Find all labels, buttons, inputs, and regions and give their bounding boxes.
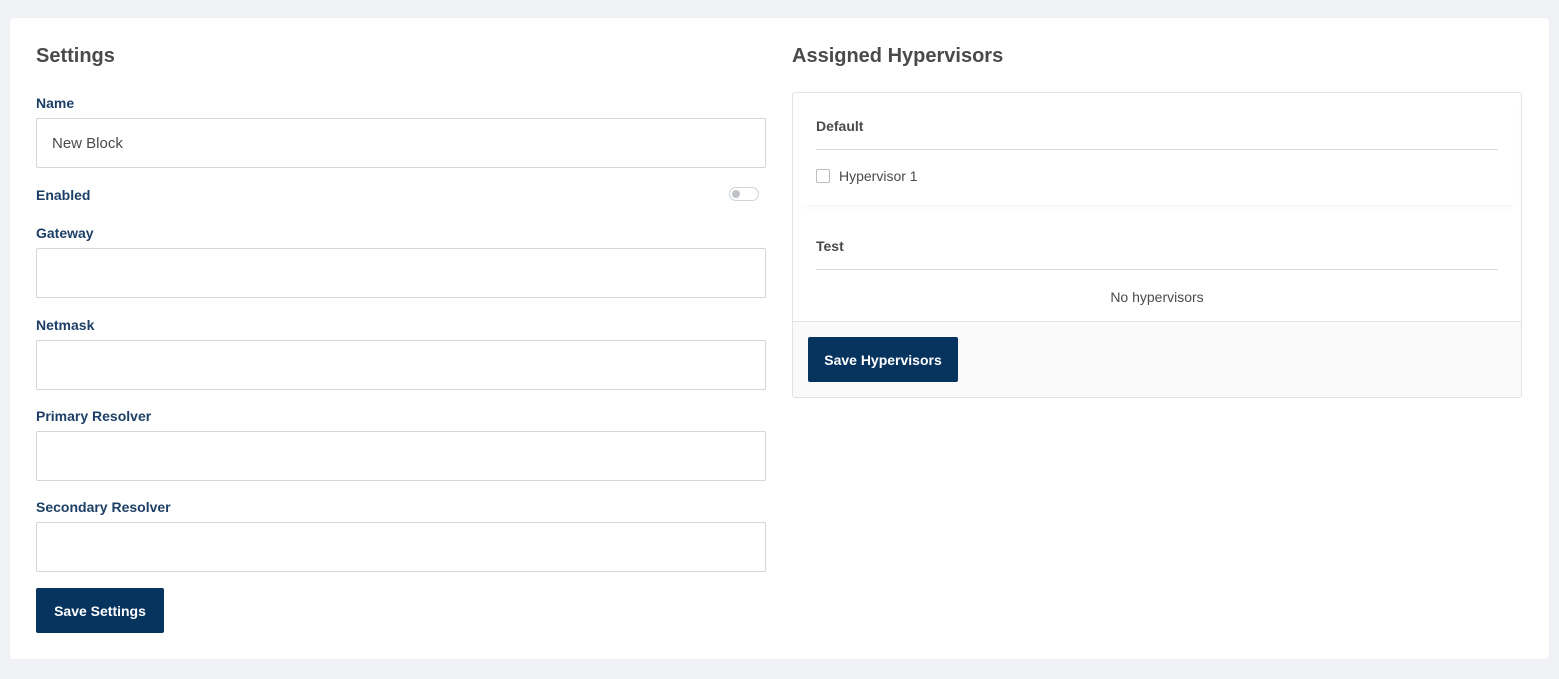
netmask-label: Netmask	[36, 317, 95, 333]
group-divider	[816, 149, 1498, 150]
hypervisors-footer: Save Hypervisors	[793, 321, 1521, 397]
name-input[interactable]	[36, 118, 766, 168]
name-label: Name	[36, 95, 75, 111]
hypervisors-panel: Default Hypervisor 1 Test No hypervisors…	[792, 92, 1522, 398]
primary-resolver-label: Primary Resolver	[36, 408, 152, 424]
group-divider	[816, 269, 1498, 270]
hypervisor-1-checkbox[interactable]	[816, 169, 830, 183]
group-title: Default	[816, 118, 864, 134]
no-hypervisors-message: No hypervisors	[1110, 289, 1204, 305]
secondary-resolver-label: Secondary Resolver	[36, 499, 171, 515]
primary-resolver-input[interactable]	[36, 431, 766, 481]
hypervisor-group-test: Test No hypervisors	[799, 219, 1515, 322]
settings-title: Settings	[36, 45, 115, 67]
enabled-label: Enabled	[36, 187, 91, 203]
assigned-hypervisors-title: Assigned Hypervisors	[792, 45, 1004, 67]
save-settings-button[interactable]: Save Settings	[36, 588, 164, 633]
hypervisor-group-default: Default Hypervisor 1	[799, 93, 1515, 205]
secondary-resolver-input[interactable]	[36, 522, 766, 572]
toggle-knob	[732, 190, 740, 198]
hypervisor-1-label[interactable]: Hypervisor 1	[839, 167, 918, 185]
netmask-input[interactable]	[36, 340, 766, 390]
enabled-toggle[interactable]	[729, 187, 759, 201]
save-hypervisors-button[interactable]: Save Hypervisors	[808, 337, 958, 382]
group-title: Test	[816, 238, 844, 254]
gateway-input[interactable]	[36, 248, 766, 298]
block-settings-card: Settings Name Enabled Gateway Netmask Pr…	[10, 18, 1549, 659]
gateway-label: Gateway	[36, 225, 94, 241]
